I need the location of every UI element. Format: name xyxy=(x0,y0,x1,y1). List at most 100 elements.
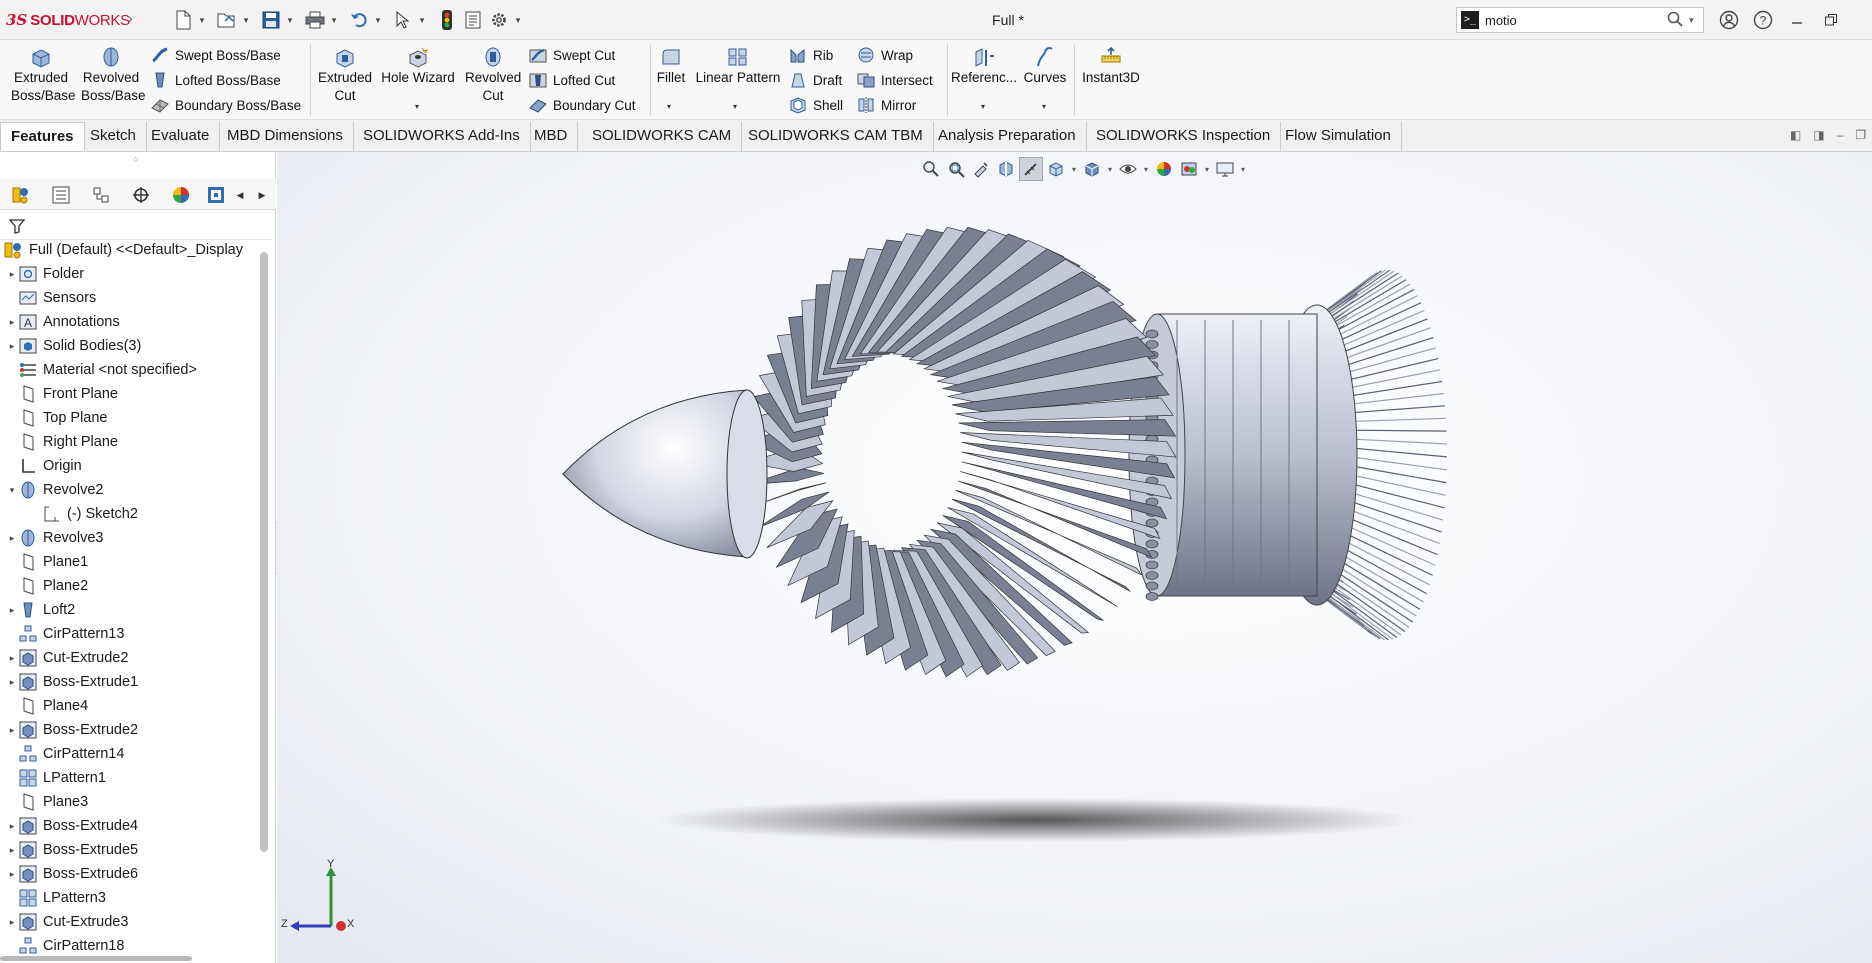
instant3d-button[interactable]: Instant3D xyxy=(1078,46,1144,87)
tree-item-cirpattern18[interactable]: CirPattern18 xyxy=(6,934,124,958)
file-properties-icon[interactable] xyxy=(460,7,486,33)
open-dropdown-icon[interactable]: ▾ xyxy=(240,7,252,33)
tree-item-revolve3[interactable]: ▸ Revolve3 xyxy=(6,526,103,550)
search-dropdown-icon[interactable]: ▾ xyxy=(1689,15,1703,26)
configuration-manager-tab-icon[interactable] xyxy=(86,182,116,208)
tree-root-part[interactable]: Full (Default) <<Default>_Display xyxy=(4,238,243,262)
open-icon[interactable] xyxy=(214,7,240,33)
shell-button[interactable]: Shell xyxy=(788,94,843,116)
expand-toggle-icon[interactable]: ▸ xyxy=(6,605,18,616)
tab-analysis-preparation[interactable]: Analysis Preparation xyxy=(928,122,1087,151)
tab-evaluate[interactable]: Evaluate xyxy=(141,122,221,151)
tree-filter[interactable] xyxy=(0,210,272,240)
curves-dropdown-icon[interactable]: ▾ xyxy=(1042,102,1046,111)
restore-icon[interactable] xyxy=(1814,8,1848,32)
tree-item-cut-extrude3[interactable]: ▸ Cut-Extrude3 xyxy=(6,910,128,934)
tree-item-right-plane[interactable]: Right Plane xyxy=(6,430,118,454)
expand-toggle-icon[interactable]: ▸ xyxy=(6,869,18,880)
tree-item-plane3[interactable]: Plane3 xyxy=(6,790,88,814)
tree-horizontal-scrollbar[interactable] xyxy=(0,956,192,961)
tab-mbd-dimensions[interactable]: MBD Dimensions xyxy=(217,122,354,151)
linear-pattern-button[interactable]: Linear Pattern xyxy=(692,46,784,87)
print-icon[interactable] xyxy=(302,7,328,33)
undo-dropdown-icon[interactable]: ▾ xyxy=(372,7,384,33)
tree-item-front-plane[interactable]: Front Plane xyxy=(6,382,118,406)
lofted-boss-button[interactable]: Lofted Boss/Base xyxy=(150,69,281,91)
select-dropdown-icon[interactable]: ▾ xyxy=(416,7,428,33)
tree-item-top-plane[interactable]: Top Plane xyxy=(6,406,108,430)
doc-minimize-icon[interactable]: – xyxy=(1837,128,1844,142)
apply-scene-icon[interactable] xyxy=(1177,157,1201,181)
view-settings-icon[interactable] xyxy=(1213,157,1237,181)
swept-boss-button[interactable]: Swept Boss/Base xyxy=(150,44,281,66)
wrap-button[interactable]: Wrap xyxy=(856,44,913,66)
tree-item-folder[interactable]: ▸ Folder xyxy=(6,262,84,286)
tab-flow-simulation[interactable]: Flow Simulation xyxy=(1275,122,1402,151)
tree-item-origin[interactable]: Origin xyxy=(6,454,82,478)
expand-toggle-icon[interactable]: ▸ xyxy=(6,845,18,856)
tree-item-boss-extrude1[interactable]: ▸ Boss-Extrude1 xyxy=(6,670,138,694)
tabs-scroll-left-icon[interactable]: ◀ xyxy=(232,182,248,208)
tree-item-plane4[interactable]: Plane4 xyxy=(6,694,88,718)
new-dropdown-icon[interactable]: ▾ xyxy=(196,7,208,33)
minimize-icon[interactable] xyxy=(1780,8,1814,32)
display-style-dropdown-icon[interactable]: ▾ xyxy=(1105,165,1115,174)
user-account-icon[interactable] xyxy=(1712,8,1746,32)
pattern-dropdown-icon[interactable]: ▾ xyxy=(733,102,737,111)
expand-toggle-icon[interactable]: ▸ xyxy=(6,677,18,688)
tab-solidworks-cam-tbm[interactable]: SOLIDWORKS CAM TBM xyxy=(738,122,934,151)
tab-solidworks-cam[interactable]: SOLIDWORKS CAM xyxy=(582,122,743,151)
expand-toggle-icon[interactable]: ▸ xyxy=(6,341,18,352)
tree-item-solid-bodies-3[interactable]: ▸ Solid Bodies(3) xyxy=(6,334,142,358)
reference-dropdown-icon[interactable]: ▾ xyxy=(981,102,985,111)
rebuild-icon[interactable] xyxy=(434,7,460,33)
dimxpert-tab-icon[interactable] xyxy=(126,182,156,208)
new-document-icon[interactable] xyxy=(170,7,196,33)
boss-more-dropdown-icon[interactable]: ▾ xyxy=(415,102,419,111)
print-dropdown-icon[interactable]: ▾ xyxy=(328,7,340,33)
panel-split-handle[interactable]: ○ xyxy=(133,154,138,164)
panel-right-icon[interactable]: ◨ xyxy=(1813,128,1824,142)
tabs-scroll-right-icon[interactable]: ▶ xyxy=(254,182,270,208)
expand-toggle-icon[interactable]: ▸ xyxy=(6,821,18,832)
cam-tab-icon[interactable] xyxy=(204,182,228,208)
hide-show-dropdown-icon[interactable]: ▾ xyxy=(1141,165,1151,174)
tree-item-sensors[interactable]: Sensors xyxy=(6,286,96,310)
boundary-cut-button[interactable]: Boundary Cut xyxy=(528,94,636,116)
apply-scene-dropdown-icon[interactable]: ▾ xyxy=(1202,165,1212,174)
view-settings-dropdown-icon[interactable]: ▾ xyxy=(1238,165,1248,174)
tab-solidworks-inspection[interactable]: SOLIDWORKS Inspection xyxy=(1086,122,1282,151)
tree-item-cirpattern14[interactable]: CirPattern14 xyxy=(6,742,124,766)
help-icon[interactable]: ? xyxy=(1746,8,1780,32)
tree-item-loft2[interactable]: ▸ Loft2 xyxy=(6,598,76,622)
options-dropdown-icon[interactable]: ▾ xyxy=(512,7,524,33)
hide-show-items-icon[interactable] xyxy=(1116,157,1140,181)
view-orientation-icon[interactable] xyxy=(1044,157,1068,181)
expand-toggle-icon[interactable]: ▾ xyxy=(6,485,18,496)
tree-item-boss-extrude6[interactable]: ▸ Boss-Extrude6 xyxy=(6,862,138,886)
zoom-to-area-icon[interactable] xyxy=(944,157,968,181)
turbofan-engine-model[interactable] xyxy=(277,152,1872,963)
app-logo[interactable]: 3S SOLIDWORKS xyxy=(6,9,130,31)
tab-solidworks-add-ins[interactable]: SOLIDWORKS Add-Ins xyxy=(353,122,531,151)
panel-left-icon[interactable]: ◧ xyxy=(1790,128,1801,142)
lofted-cut-button[interactable]: Lofted Cut xyxy=(528,69,615,91)
tree-item-revolve2[interactable]: ▾ Revolve2 xyxy=(6,478,103,502)
tree-item-cut-extrude2[interactable]: ▸ Cut-Extrude2 xyxy=(6,646,128,670)
revolved-cut-button[interactable]: Revolved Cut xyxy=(462,46,524,105)
expand-toggle-icon[interactable]: ▸ xyxy=(6,917,18,928)
curves-button[interactable]: Curves xyxy=(1020,46,1070,87)
expand-toggle-icon[interactable]: ▸ xyxy=(6,269,18,280)
menu-expand-icon[interactable]: › xyxy=(128,10,133,26)
search-box[interactable]: >_ motio ▾ xyxy=(1456,7,1704,33)
tree-item-cirpattern13[interactable]: CirPattern13 xyxy=(6,622,124,646)
options-gear-icon[interactable] xyxy=(486,7,512,33)
save-icon[interactable] xyxy=(258,7,284,33)
edit-appearance-icon[interactable] xyxy=(1152,157,1176,181)
tree-item-plane2[interactable]: Plane2 xyxy=(6,574,88,598)
tree-item-boss-extrude4[interactable]: ▸ Boss-Extrude4 xyxy=(6,814,138,838)
display-manager-tab-icon[interactable] xyxy=(166,182,196,208)
display-style-icon[interactable] xyxy=(1080,157,1104,181)
hole-wizard-button[interactable]: Hole Wizard xyxy=(378,46,458,87)
select-icon[interactable] xyxy=(390,7,416,33)
